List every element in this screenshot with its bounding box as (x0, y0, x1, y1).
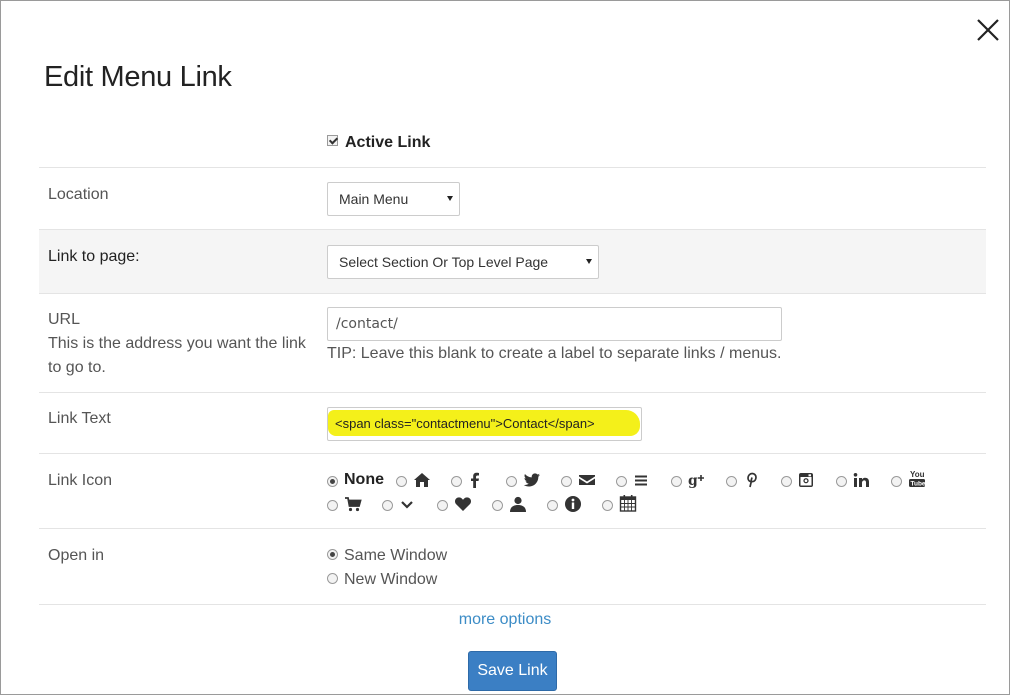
open-in-label: Open in (48, 547, 105, 564)
link-text-label: Link Text (48, 410, 111, 427)
close-icon[interactable] (975, 17, 1001, 43)
edit-menu-link-dialog: Edit Menu Link Active Link Location Main… (0, 0, 1010, 695)
location-row: Location Main Menu (39, 167, 986, 230)
link-text-value: <span class="contactmenu">Contact</span> (335, 416, 595, 431)
icon-radio-google-plus[interactable] (671, 476, 682, 487)
facebook-icon (471, 472, 479, 488)
google-plus-icon: g (688, 473, 704, 488)
svg-text:You: You (910, 470, 925, 479)
link-icon-label: Link Icon (48, 472, 113, 489)
caret-down-icon (586, 259, 592, 264)
icon-radio-info[interactable] (547, 500, 558, 511)
location-select[interactable]: Main Menu (327, 182, 460, 216)
icon-radio-list[interactable] (616, 476, 627, 487)
pinterest-icon (747, 472, 757, 488)
info-icon (565, 496, 581, 512)
icon-radio-pinterest[interactable] (726, 476, 737, 487)
link-icon-row: Link Icon None g You Tube (39, 453, 986, 529)
icon-radio-envelope[interactable] (561, 476, 572, 487)
icon-none-label: None (344, 471, 384, 488)
instagram-icon (799, 473, 813, 487)
icon-radio-calendar[interactable] (602, 500, 613, 511)
link-to-page-select-value: Select Section Or Top Level Page (339, 254, 549, 270)
chevron-down-icon (401, 501, 413, 509)
twitter-icon (523, 473, 540, 487)
link-to-page-label: Link to page: (48, 248, 140, 265)
icon-radio-user[interactable] (492, 500, 503, 511)
link-to-page-select[interactable]: Select Section Or Top Level Page (327, 245, 599, 279)
url-tip: TIP: Leave this blank to create a label … (327, 345, 782, 362)
home-icon (414, 473, 430, 487)
active-link-check[interactable] (327, 135, 338, 146)
icon-radio-facebook[interactable] (451, 476, 462, 487)
user-icon (510, 496, 526, 512)
heart-icon (455, 497, 471, 511)
caret-down-icon (447, 196, 453, 201)
divider (39, 604, 986, 605)
icon-radio-home[interactable] (396, 476, 407, 487)
list-icon (635, 475, 647, 486)
save-link-button[interactable]: Save Link (468, 651, 557, 691)
icon-radio-cart[interactable] (327, 500, 338, 511)
dialog-title: Edit Menu Link (44, 61, 232, 93)
url-input-value: /contact/ (336, 316, 398, 332)
open-same-window-radio[interactable] (327, 549, 338, 560)
icon-radio-linkedin[interactable] (836, 476, 847, 487)
link-to-page-row: Link to page: Select Section Or Top Leve… (39, 229, 986, 294)
calendar-icon (619, 495, 637, 512)
location-select-value: Main Menu (339, 191, 409, 207)
location-label: Location (48, 186, 109, 203)
link-text-input[interactable]: <span class="contactmenu">Contact</span> (327, 407, 642, 441)
svg-text:g: g (688, 473, 698, 488)
active-link-label: Active Link (345, 134, 431, 151)
url-input[interactable]: /contact/ (327, 307, 782, 341)
open-in-row: Open in Same Window New Window (39, 528, 986, 605)
icon-radio-instagram[interactable] (781, 476, 792, 487)
link-text-row: Link Text <span class="contactmenu">Cont… (39, 392, 986, 454)
envelope-icon (579, 475, 595, 485)
url-help-text: This is the address you want the link to… (48, 335, 306, 376)
icon-radio-chevron[interactable] (382, 500, 393, 511)
youtube-icon: You Tube (909, 470, 926, 488)
icon-radio-twitter[interactable] (506, 476, 517, 487)
url-label: URL (48, 311, 81, 328)
open-new-window-label: New Window (344, 571, 438, 588)
icon-radio-heart[interactable] (437, 500, 448, 511)
svg-text:Tube: Tube (911, 481, 926, 488)
icon-radio-youtube[interactable] (891, 476, 902, 487)
url-row: URL This is the address you want the lin… (39, 293, 986, 393)
icon-radio-none[interactable] (327, 476, 338, 487)
shopping-cart-icon (345, 497, 362, 512)
more-options-link[interactable]: more options (1, 611, 1009, 629)
linkedin-icon (853, 473, 869, 487)
open-same-window-label: Same Window (344, 547, 448, 564)
open-new-window-radio[interactable] (327, 573, 338, 584)
